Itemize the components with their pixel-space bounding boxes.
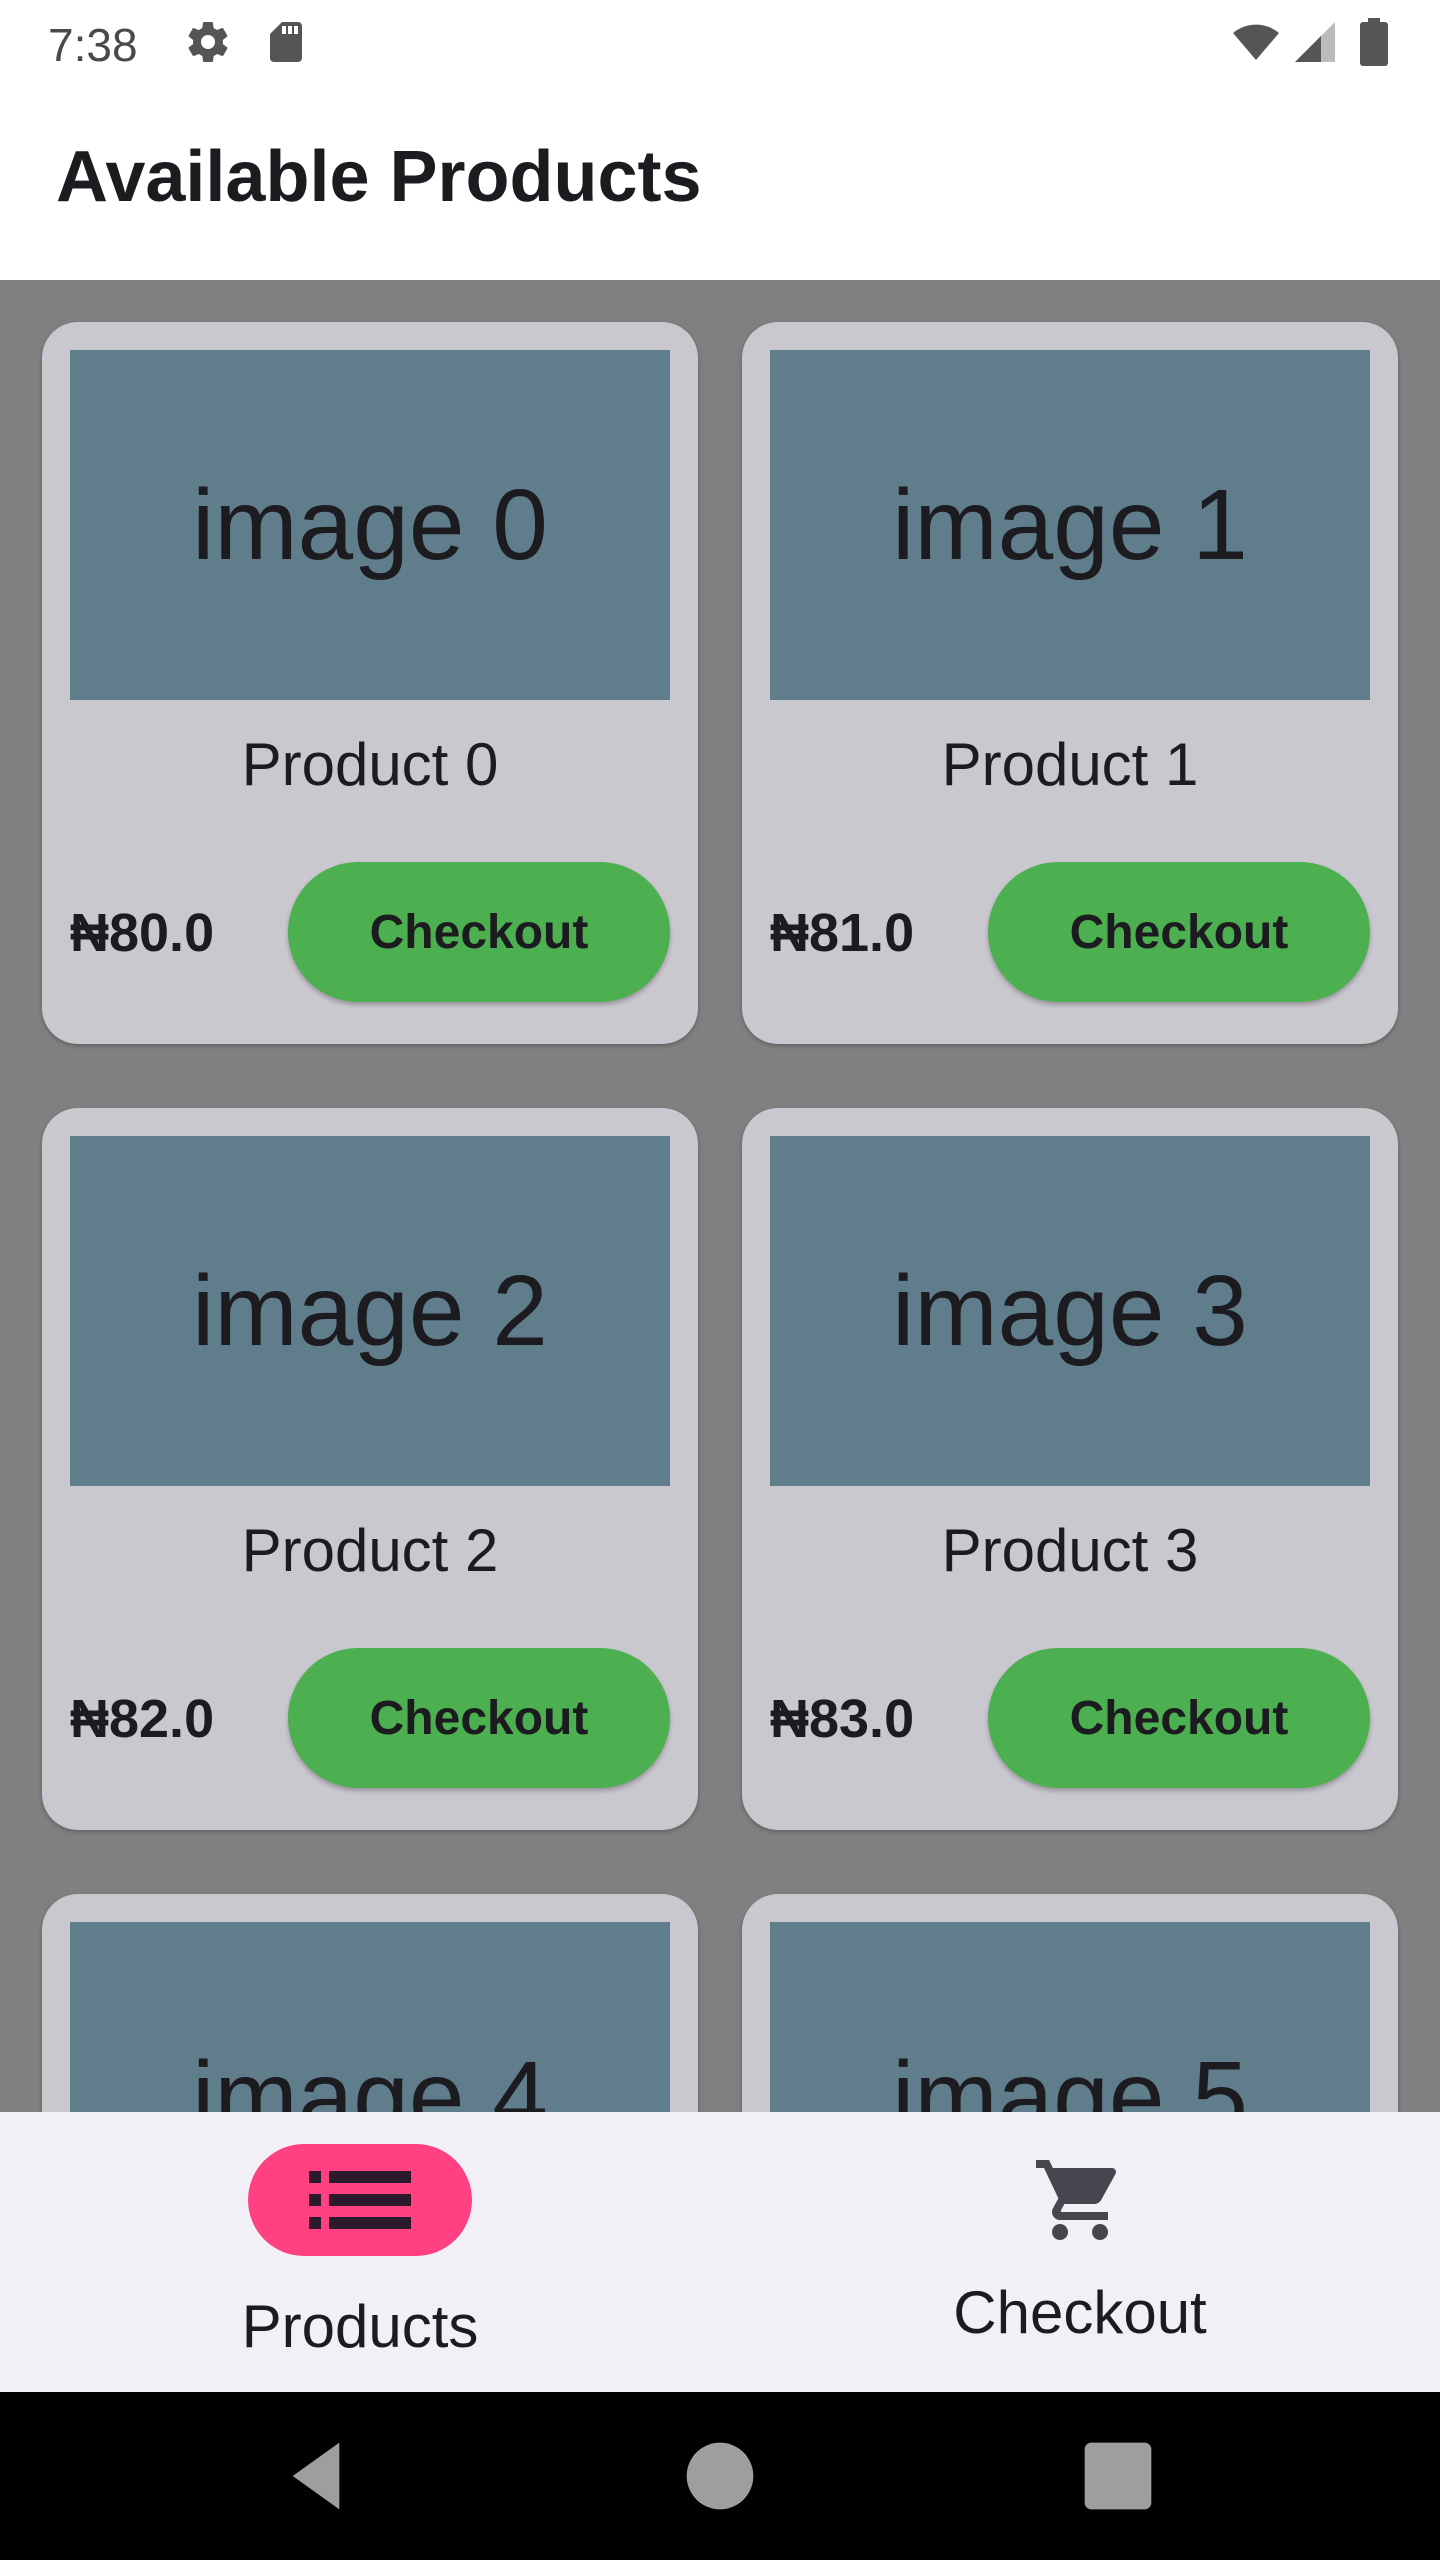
- nav-selected-indicator: [248, 2144, 472, 2256]
- product-image: image 3: [770, 1136, 1370, 1486]
- product-image: image 2: [70, 1136, 670, 1486]
- cart-icon: [1036, 2160, 1117, 2240]
- sd-card-icon: [270, 22, 302, 62]
- system-navigation-bar: [0, 2392, 1440, 2560]
- product-image: image 5: [770, 1922, 1370, 2112]
- product-name: Product 2: [241, 1517, 499, 1584]
- gear-icon: [188, 22, 228, 63]
- battery-icon: [1360, 18, 1388, 66]
- product-card[interactable]: image 4: [42, 1894, 698, 2112]
- page-title: Available Products: [56, 137, 702, 217]
- nav-item-checkout[interactable]: Checkout: [720, 2112, 1440, 2392]
- app-bar: Available Products: [0, 84, 1440, 280]
- product-card[interactable]: image 0 Product 0 ₦80.0 Checkout: [42, 322, 698, 1044]
- product-image: image 4: [70, 1922, 670, 2112]
- home-icon[interactable]: [680, 2436, 760, 2516]
- product-price: ₦82.0: [70, 1689, 215, 1749]
- cart-icon-container: [1032, 2152, 1128, 2248]
- product-name: Product 3: [941, 1517, 1199, 1584]
- checkout-button[interactable]: Checkout: [288, 1648, 670, 1788]
- signal-icon: [1295, 22, 1335, 62]
- product-card[interactable]: image 3 Product 3 ₦83.0 Checkout: [742, 1108, 1398, 1830]
- product-card[interactable]: image 1 Product 1 ₦81.0 Checkout: [742, 322, 1398, 1044]
- list-icon: [309, 2171, 411, 2229]
- back-icon[interactable]: [276, 2436, 356, 2516]
- product-image: image 0: [70, 350, 670, 700]
- checkout-button[interactable]: Checkout: [988, 1648, 1370, 1788]
- nav-label-checkout: Checkout: [953, 2279, 1207, 2346]
- product-image: image 1: [770, 350, 1370, 700]
- product-grid[interactable]: image 0 Product 0 ₦80.0 Checkout image 1…: [0, 280, 1440, 2112]
- recents-icon[interactable]: [1078, 2436, 1158, 2516]
- product-card[interactable]: image 2 Product 2 ₦82.0 Checkout: [42, 1108, 698, 1830]
- status-bar: 7:38: [0, 0, 1440, 84]
- product-name: Product 1: [941, 731, 1199, 798]
- product-card[interactable]: image 5: [742, 1894, 1398, 2112]
- product-price: ₦81.0: [770, 903, 915, 963]
- checkout-button[interactable]: Checkout: [288, 862, 670, 1002]
- nav-item-products[interactable]: Products: [0, 2112, 720, 2392]
- product-name: Product 0: [241, 731, 499, 798]
- wifi-icon: [1233, 24, 1279, 61]
- checkout-button[interactable]: Checkout: [988, 862, 1370, 1002]
- nav-label-products: Products: [241, 2293, 479, 2360]
- screen: 7:38 Available Products image 0 Product …: [0, 0, 1440, 2560]
- product-price: ₦80.0: [70, 903, 215, 963]
- bottom-navigation: Products Checkout: [0, 2112, 1440, 2392]
- product-price: ₦83.0: [770, 1689, 915, 1749]
- status-time: 7:38: [48, 19, 138, 71]
